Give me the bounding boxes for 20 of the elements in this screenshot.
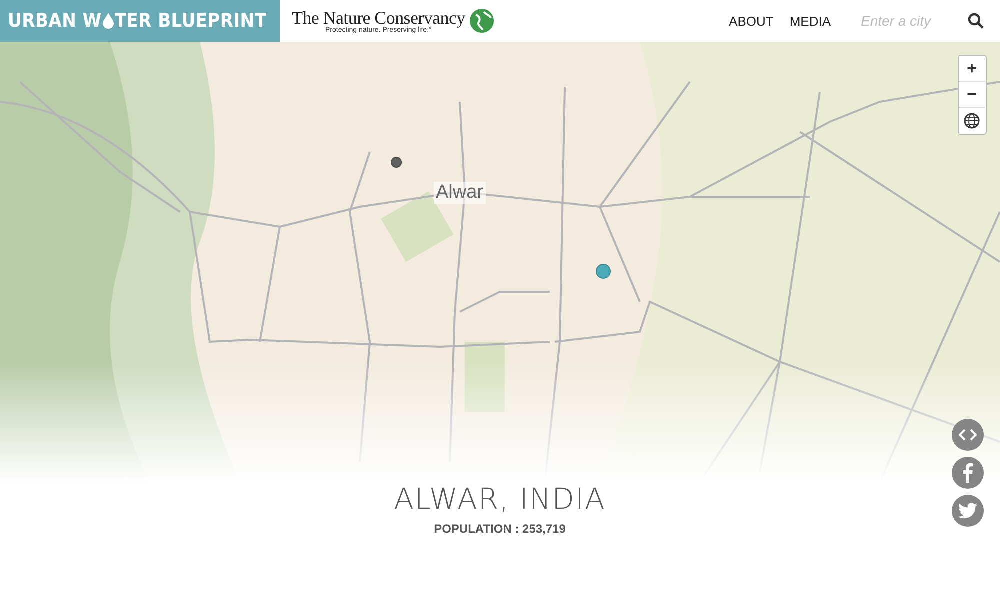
bird-icon: [958, 503, 978, 519]
brand-text: URBAN W: [8, 10, 102, 32]
nav-link[interactable]: ABOUT: [729, 14, 774, 28]
city-title: ALWAR, INDIA: [394, 482, 606, 516]
zoom-in-button[interactable]: +: [959, 56, 985, 82]
search-icon: [968, 13, 984, 29]
search-button[interactable]: [968, 13, 984, 29]
nav-link[interactable]: MEDIA: [790, 14, 831, 28]
facebook-icon: [963, 463, 973, 483]
code-icon: [959, 429, 977, 441]
water-drop-icon: [102, 13, 115, 29]
partner-name: The Nature Conservancy: [292, 8, 466, 26]
twitter-button[interactable]: [952, 495, 984, 527]
globe-logo-icon: [469, 8, 496, 34]
population-text: POPULATION : 253,719: [434, 522, 566, 536]
globe-icon: [964, 113, 980, 129]
map-marker[interactable]: [391, 157, 402, 168]
brand-text: TER BLUEPRINT: [114, 10, 267, 32]
map-marker[interactable]: [596, 264, 611, 279]
map-city-label: Alwar: [434, 182, 486, 204]
